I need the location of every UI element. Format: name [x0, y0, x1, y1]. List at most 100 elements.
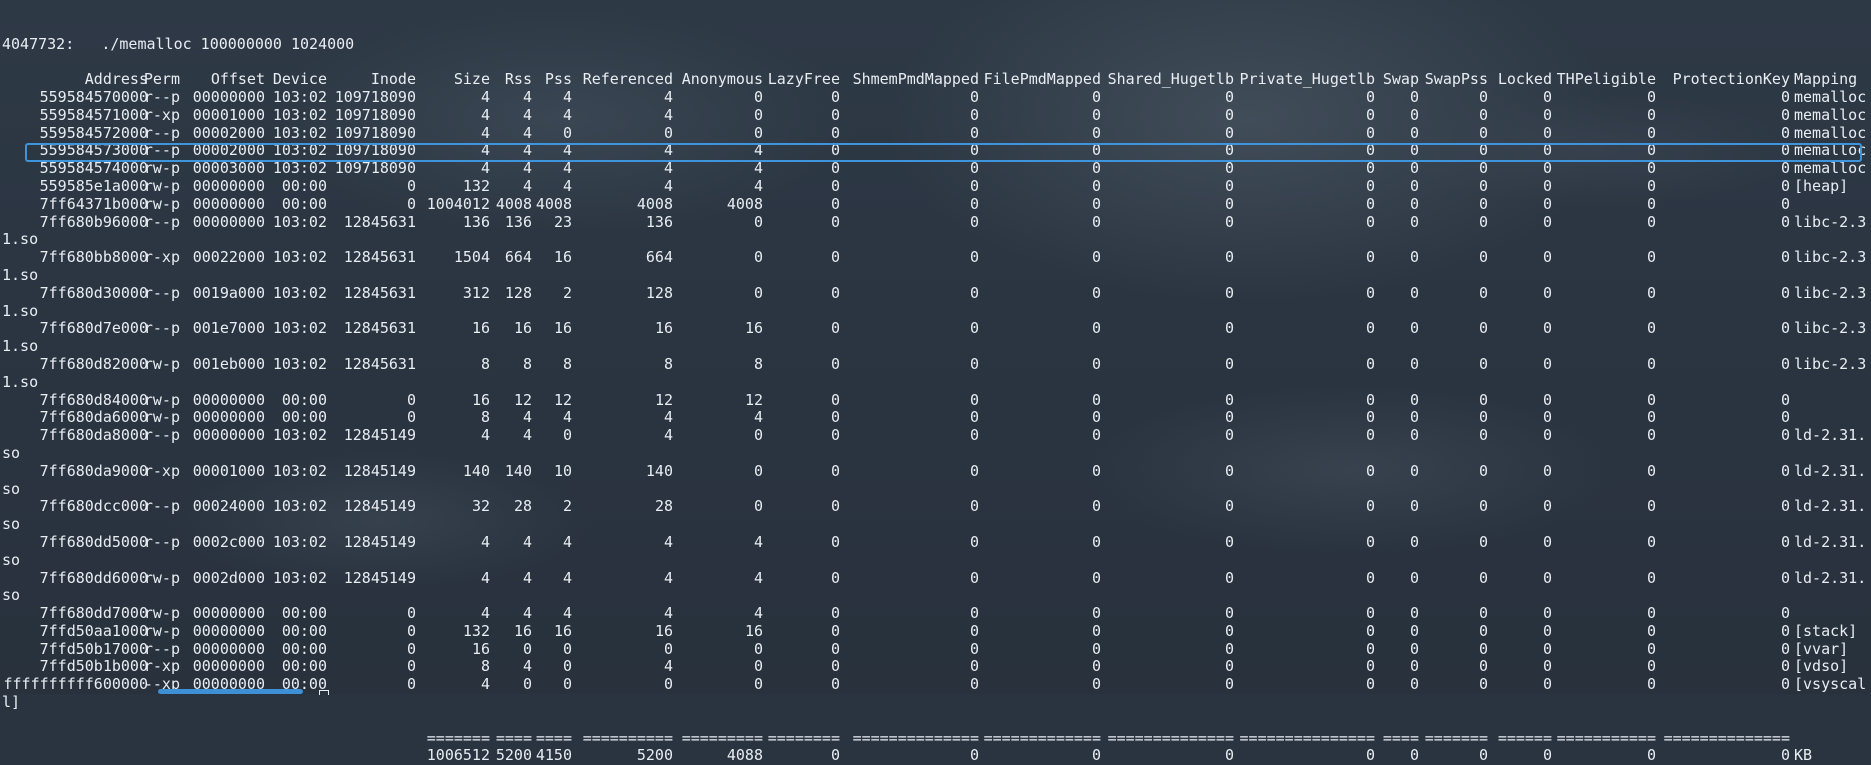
cell-mapping: ld-2.31. — [1794, 532, 1867, 551]
cell-rss: Rss — [504, 70, 532, 89]
cell-protectionkey: 0 — [1780, 604, 1790, 623]
cell-rss: 4 — [522, 568, 532, 587]
cell-shmempmdmapped: 0 — [969, 568, 979, 587]
cell-swappss: 0 — [1478, 194, 1488, 213]
cell-anonymous: 0 — [753, 675, 763, 694]
cell-pss: 4 — [562, 87, 572, 106]
cell-swap: 0 — [1409, 657, 1419, 676]
cell-rss: 16 — [513, 319, 532, 338]
wrapped-mapping-continuation: so — [0, 551, 1871, 570]
cell-offset: 00000000 — [192, 194, 265, 213]
cell-address: 7ff680d84000 — [39, 390, 148, 409]
cell-rss: 28 — [513, 497, 532, 516]
cell-device: 00:00 — [281, 408, 327, 427]
cell-swap: 0 — [1409, 87, 1419, 106]
cell-address: 559585e1a000 — [39, 176, 148, 195]
table-row: 7ff680d82000 rw-p 001eb000 103:02 12845631 8 8… — [0, 354, 1871, 374]
cell-theligible: =========== — [1556, 728, 1656, 747]
cell-referenced: 0 — [663, 675, 673, 694]
cell-inode: 12845149 — [343, 497, 416, 516]
table-row: 7ff680dd6000 rw-p 0002d000 103:02 12845149 4 4… — [0, 568, 1871, 588]
cell-private-hugetlb: 0 — [1365, 497, 1375, 516]
cell-swap: 0 — [1409, 105, 1419, 124]
cell-swap: ==== — [1382, 728, 1419, 747]
cell-inode: 12845631 — [343, 248, 416, 267]
cell-offset: 0002d000 — [192, 568, 265, 587]
cell-shared-hugetlb: 0 — [1224, 194, 1234, 213]
cell-lazyfree: 0 — [830, 212, 840, 231]
cell-inode: Inode — [370, 70, 416, 89]
cell-anonymous: 0 — [753, 248, 763, 267]
cell-inode: 0 — [406, 639, 416, 658]
cell-mapping: libc-2.3 — [1794, 354, 1867, 373]
cell-mapping: Mapping — [1794, 70, 1858, 89]
cell-shmempmdmapped: 0 — [969, 746, 979, 765]
cell-shmempmdmapped: 0 — [969, 105, 979, 124]
cell-rss: 4 — [522, 176, 532, 195]
cell-swappss: 0 — [1478, 283, 1488, 302]
cell-swappss: 0 — [1478, 319, 1488, 338]
cell-inode: 12845631 — [343, 354, 416, 373]
cell-shmempmdmapped: 0 — [969, 390, 979, 409]
cell-device: 103:02 — [272, 248, 327, 267]
cell-protectionkey: 0 — [1780, 176, 1790, 195]
cell-size: Size — [453, 70, 490, 89]
cell-size: 1006512 — [426, 746, 490, 765]
cell-referenced: 4 — [663, 408, 673, 427]
cell-swap: 0 — [1409, 159, 1419, 178]
cell-shmempmdmapped: ============== — [852, 728, 979, 747]
cell-device: 103:02 — [272, 354, 327, 373]
cell-shmempmdmapped: 0 — [969, 212, 979, 231]
cursor-icon — [319, 690, 329, 695]
cell-mapping: memalloc — [1794, 159, 1867, 178]
cell-inode: 12845149 — [343, 461, 416, 480]
cell-lazyfree: 0 — [830, 319, 840, 338]
cell-swap: 0 — [1409, 212, 1419, 231]
cell-locked: 0 — [1542, 354, 1552, 373]
cell-swappss: 0 — [1478, 604, 1488, 623]
cell-filepmdmapped: 0 — [1091, 194, 1101, 213]
cell-perm: rw-p — [143, 176, 180, 195]
wrapped-mapping-continuation: so — [0, 480, 1871, 499]
cell-anonymous: 0 — [753, 123, 763, 142]
wrapped-text: 1.so — [2, 372, 39, 391]
cell-referenced: 12 — [654, 390, 673, 409]
cell-locked: 0 — [1542, 123, 1552, 142]
cell-lazyfree: 0 — [830, 532, 840, 551]
cell-swappss: 0 — [1478, 639, 1488, 658]
cell-offset: 00000000 — [192, 604, 265, 623]
cell-theligible: 0 — [1646, 604, 1656, 623]
cell-theligible: 0 — [1646, 159, 1656, 178]
taskbar-progress-bar — [158, 689, 303, 694]
cell-mapping: [vsyscal — [1794, 675, 1867, 694]
cell-swappss: ======= — [1424, 728, 1488, 747]
cell-locked: ====== — [1497, 728, 1552, 747]
command-text: 4047732: ./memalloc 100000000 1024000 — [2, 34, 355, 53]
table-row: 7ff680d84000 rw-p 00000000 00:00 0 16 12 12 12 12… — [0, 390, 1871, 410]
cell-anonymous: Anonymous — [681, 70, 763, 89]
cell-locked: 0 — [1542, 426, 1552, 445]
cell-swappss: 0 — [1478, 105, 1488, 124]
cell-perm: r-xp — [143, 657, 180, 676]
cell-address: ffffffffff600000 — [3, 675, 149, 694]
cell-shmempmdmapped: 0 — [969, 159, 979, 178]
cell-offset: 00000000 — [192, 212, 265, 231]
cell-lazyfree: 0 — [830, 105, 840, 124]
cell-shmempmdmapped: 0 — [969, 426, 979, 445]
cell-address: 7ff680dcc000 — [39, 497, 148, 516]
cell-shmempmdmapped: 0 — [969, 532, 979, 551]
cell-lazyfree: 0 — [830, 159, 840, 178]
cell-device: Device — [272, 70, 327, 89]
cell-shared-hugetlb: 0 — [1224, 639, 1234, 658]
cell-protectionkey: 0 — [1780, 354, 1790, 373]
cell-referenced: 4 — [663, 604, 673, 623]
cell-anonymous: 0 — [753, 639, 763, 658]
cell-private-hugetlb: 0 — [1365, 390, 1375, 409]
cell-swappss: 0 — [1478, 675, 1488, 694]
cell-locked: 0 — [1542, 176, 1552, 195]
table-row: 7ff680d7e000 r--p 001e7000 103:02 12845631 16… — [0, 320, 1871, 338]
cell-offset: 00003000 — [192, 159, 265, 178]
cell-private-hugetlb: =============== — [1239, 728, 1375, 747]
cell-swappss: 0 — [1478, 497, 1488, 516]
cell-referenced: 0 — [663, 639, 673, 658]
